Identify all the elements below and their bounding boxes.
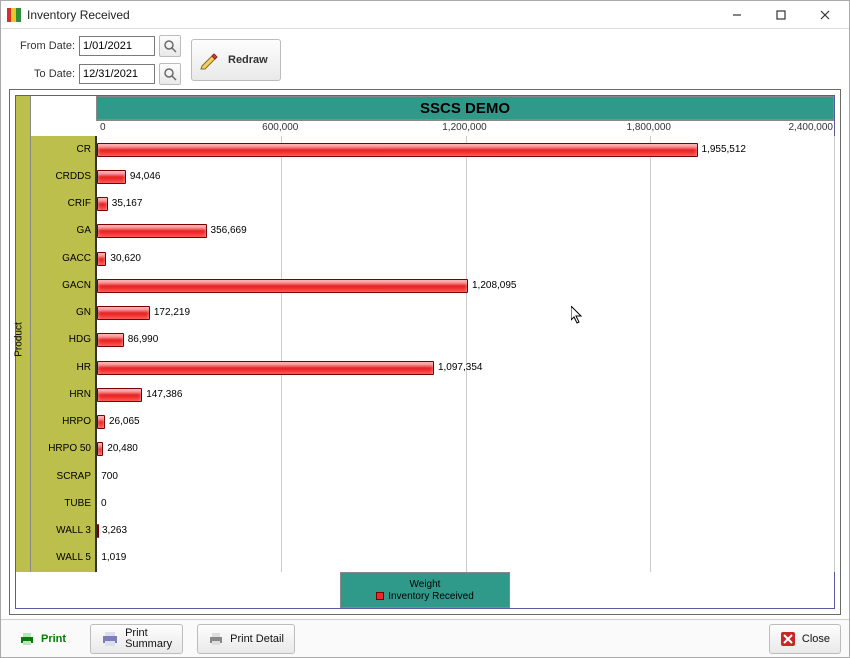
redraw-label: Redraw bbox=[228, 54, 268, 66]
legend: Weight Inventory Received bbox=[340, 572, 510, 608]
title-bar: Inventory Received bbox=[1, 1, 849, 29]
bar-value-label: 0 bbox=[101, 498, 107, 509]
toolbar: From Date: To Date: Redraw bbox=[1, 29, 849, 89]
close-window-button[interactable] bbox=[803, 1, 847, 28]
bar-value-label: 1,097,354 bbox=[438, 362, 483, 373]
bar-value-label: 700 bbox=[101, 471, 118, 482]
category-label: TUBE bbox=[31, 498, 91, 509]
bar-value-label: 30,620 bbox=[110, 253, 141, 264]
x-tick-label: 0 bbox=[100, 122, 106, 133]
category-label: GACC bbox=[31, 253, 91, 264]
gridline bbox=[281, 136, 282, 572]
x-tick-label: 600,000 bbox=[262, 122, 298, 133]
gridline bbox=[466, 136, 467, 572]
bar bbox=[97, 415, 105, 429]
category-axis: CR CRDDS CRIF GA GACC GACN GN HDG HR HRN HRPO HRPO … bbox=[31, 136, 96, 572]
close-icon bbox=[780, 631, 796, 647]
magnifier-icon bbox=[163, 39, 177, 53]
window-title: Inventory Received bbox=[27, 8, 715, 22]
bar bbox=[97, 442, 103, 456]
category-label: HR bbox=[31, 362, 91, 373]
to-date-label: To Date: bbox=[17, 68, 75, 80]
bar bbox=[97, 224, 207, 238]
printer-icon bbox=[208, 631, 224, 647]
legend-swatch bbox=[376, 592, 384, 600]
from-date-picker-button[interactable] bbox=[159, 35, 181, 57]
print-summary-button[interactable]: PrintSummary bbox=[90, 624, 183, 654]
category-label: HRPO bbox=[31, 416, 91, 427]
minimize-button[interactable] bbox=[715, 1, 759, 28]
bar bbox=[97, 388, 142, 402]
printer-icon bbox=[19, 631, 35, 647]
bar-value-label: 86,990 bbox=[128, 334, 159, 345]
bar-value-label: 20,480 bbox=[107, 443, 138, 454]
bar bbox=[97, 306, 150, 320]
bar-value-label: 26,065 bbox=[109, 416, 140, 427]
bar bbox=[97, 279, 468, 293]
x-tick-label: 2,400,000 bbox=[789, 122, 834, 133]
bar-value-label: 1,019 bbox=[101, 552, 126, 563]
category-label: HDG bbox=[31, 334, 91, 345]
gridline bbox=[650, 136, 651, 572]
bar bbox=[97, 170, 126, 184]
chart-inner: Product SSCS DEMO 0 600,000 1,200,000 1,800… bbox=[15, 95, 835, 609]
pencil-icon bbox=[198, 48, 222, 72]
category-label: CR bbox=[31, 144, 91, 155]
chart-title: SSCS DEMO bbox=[96, 96, 834, 120]
bar-value-label: 147,386 bbox=[146, 389, 182, 400]
bar-value-label: 356,669 bbox=[211, 225, 247, 236]
app-icon bbox=[7, 8, 21, 22]
bar-value-label: 1,208,095 bbox=[472, 280, 517, 291]
bar-value-label: 35,167 bbox=[112, 198, 143, 209]
gridline bbox=[834, 136, 835, 572]
category-label: WALL 5 bbox=[31, 552, 91, 563]
x-axis-label: Weight bbox=[410, 579, 441, 590]
from-date-input[interactable] bbox=[79, 36, 155, 56]
category-label: GN bbox=[31, 307, 91, 318]
bar bbox=[97, 524, 99, 538]
magnifier-icon bbox=[163, 67, 177, 81]
to-date-picker-button[interactable] bbox=[159, 63, 181, 85]
legend-series-label: Inventory Received bbox=[388, 591, 474, 602]
category-label: GA bbox=[31, 225, 91, 236]
category-label: WALL 3 bbox=[31, 525, 91, 536]
print-button[interactable]: Print bbox=[9, 624, 76, 654]
chart-panel: Product SSCS DEMO 0 600,000 1,200,000 1,800… bbox=[9, 89, 841, 615]
maximize-button[interactable] bbox=[759, 1, 803, 28]
x-tick-label: 1,800,000 bbox=[627, 122, 672, 133]
footer-bar: Print PrintSummary Print Detail Close bbox=[1, 619, 849, 657]
printer-icon bbox=[101, 630, 119, 648]
bar-value-label: 94,046 bbox=[130, 171, 161, 182]
category-label: SCRAP bbox=[31, 471, 91, 482]
x-axis-ticks: 0 600,000 1,200,000 1,800,000 2,400,000 bbox=[96, 120, 834, 136]
bar-value-label: 1,955,512 bbox=[702, 144, 747, 155]
category-label: GACN bbox=[31, 280, 91, 291]
bar bbox=[97, 143, 698, 157]
bar-value-label: 172,219 bbox=[154, 307, 190, 318]
bar-value-label: 3,263 bbox=[102, 525, 127, 536]
print-detail-button[interactable]: Print Detail bbox=[197, 624, 295, 654]
category-label: CRIF bbox=[31, 198, 91, 209]
app-window: Inventory Received From Date: To Date: bbox=[0, 0, 850, 658]
category-label: HRN bbox=[31, 389, 91, 400]
plot-area: 1,955,512 94,046 35,167 356,669 30,620 1,208,… bbox=[96, 136, 834, 572]
category-label: HRPO 50 bbox=[31, 443, 91, 454]
redraw-button[interactable]: Redraw bbox=[191, 39, 281, 81]
x-tick-label: 1,200,000 bbox=[442, 122, 487, 133]
bar bbox=[97, 197, 108, 211]
bar bbox=[97, 333, 124, 347]
from-date-label: From Date: bbox=[17, 40, 75, 52]
category-label: CRDDS bbox=[31, 171, 91, 182]
to-date-input[interactable] bbox=[79, 64, 155, 84]
y-axis-label: Product bbox=[14, 322, 25, 356]
bar bbox=[97, 361, 434, 375]
y-axis-strip: Product bbox=[16, 96, 31, 572]
bar bbox=[97, 252, 106, 266]
close-button[interactable]: Close bbox=[769, 624, 841, 654]
